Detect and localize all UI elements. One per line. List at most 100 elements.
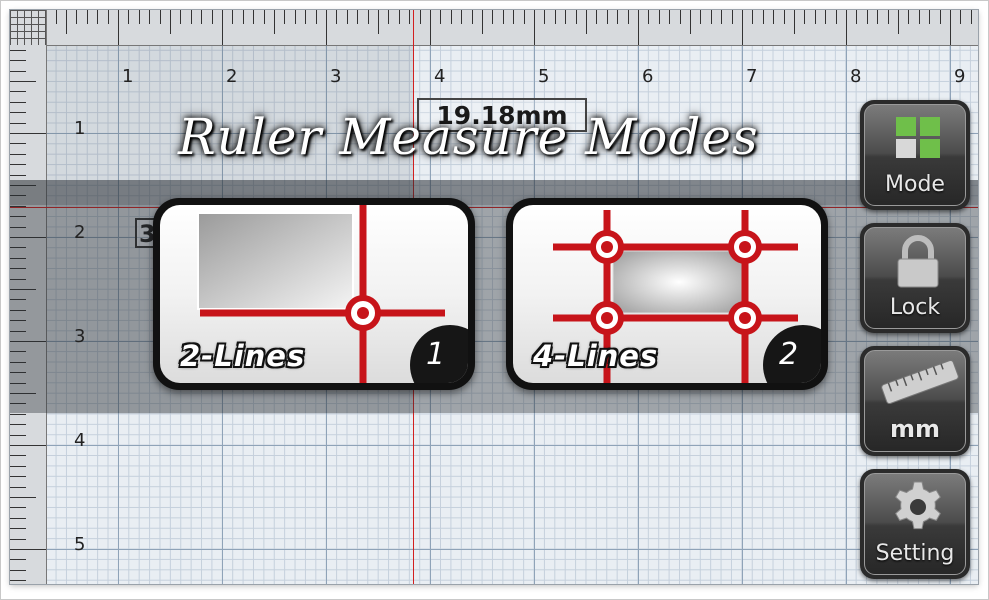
ruler-tick — [10, 580, 26, 582]
ruler-tick — [690, 10, 691, 34]
ruler-tick — [731, 10, 733, 24]
mode-label: 2-Lines — [180, 339, 306, 373]
ruler-tick — [10, 133, 46, 134]
ruler-label-vertical: 3 — [74, 326, 86, 347]
mode-2-lines-button[interactable]: 1 2-Lines — [153, 198, 475, 390]
ruler-label-horizontal: 5 — [538, 66, 550, 87]
mode-4-lines-button[interactable]: 2 4-Lines — [506, 198, 828, 390]
ruler-label-horizontal: 4 — [434, 66, 446, 87]
ruler-tick — [232, 10, 234, 24]
ruler-label-vertical: 5 — [74, 534, 86, 555]
setting-button[interactable]: Setting — [860, 469, 970, 579]
mode-label: 4-Lines — [533, 339, 659, 373]
ruler-tick — [170, 10, 171, 34]
mode-button-label: Mode — [885, 172, 945, 197]
ruler-tick — [10, 445, 46, 446]
ruler-tick — [804, 10, 806, 24]
ruler-tick — [378, 10, 379, 34]
ruler-tick — [357, 10, 359, 24]
ruler-tick — [606, 10, 608, 24]
ruler-tick — [658, 10, 660, 24]
ruler-label-horizontal: 8 — [850, 66, 862, 87]
ruler-tick — [679, 10, 681, 24]
ruler-tick — [877, 10, 879, 24]
ruler-tick — [10, 70, 26, 72]
ruler-tick — [492, 10, 494, 24]
ruler-tick — [846, 10, 847, 45]
ruler-tick — [284, 10, 286, 24]
lock-button-label: Lock — [889, 295, 941, 320]
ruler-label-horizontal: 1 — [122, 66, 134, 87]
ruler-tick — [970, 10, 972, 24]
ruler-tick — [482, 10, 483, 34]
ruler-tick — [10, 455, 26, 457]
ruler-tick — [97, 10, 99, 24]
ruler-tick — [762, 10, 764, 24]
ruler-tick — [367, 10, 369, 24]
ruler-tick — [700, 10, 702, 24]
ruler-tick — [575, 10, 577, 24]
unit-button[interactable]: mm — [860, 346, 970, 456]
ruler-tick — [856, 10, 858, 24]
ruler-tick — [10, 465, 26, 467]
overlay-title: Ruler Measure Modes — [178, 108, 759, 166]
ruler-tick — [825, 10, 827, 24]
ruler-label-vertical: 1 — [74, 118, 86, 139]
ruler-tick — [461, 10, 463, 24]
ruler-tick — [10, 497, 36, 498]
ruler-tick — [346, 10, 348, 24]
ruler-tick — [440, 10, 442, 24]
ruler-tick — [627, 10, 629, 24]
ruler-tick — [794, 10, 795, 34]
ruler-tick — [586, 10, 587, 34]
ruler-corner-grid-icon — [10, 10, 46, 45]
ruler-tick — [534, 10, 535, 45]
ruler-tick — [336, 10, 338, 24]
ruler-tick — [898, 10, 899, 34]
ruler-tick — [887, 10, 889, 24]
ruler-tick — [10, 101, 26, 103]
ruler-tick — [752, 10, 754, 24]
ruler-tick — [10, 538, 26, 540]
ruler-tick — [409, 10, 411, 24]
ruler-tick — [10, 112, 26, 114]
ruler-tick — [253, 10, 255, 24]
ruler-tick — [10, 434, 26, 436]
ruler-tick — [565, 10, 567, 24]
ruler-tick — [929, 10, 931, 24]
ruler-tick — [10, 49, 26, 51]
gear-icon — [895, 481, 941, 530]
ruler-tick — [149, 10, 151, 24]
ruler-tick — [669, 10, 671, 24]
ruler-label-vertical: 2 — [74, 222, 86, 243]
ruler-tick — [190, 10, 192, 24]
ruler-tick — [918, 10, 920, 24]
ruler-tick — [315, 10, 317, 24]
ruler-tick — [128, 10, 130, 24]
ruler-tick — [814, 10, 816, 24]
ruler-tick — [10, 528, 26, 530]
ruler-tick — [513, 10, 515, 24]
ruler-tick — [10, 60, 26, 62]
ruler-tick — [10, 413, 26, 415]
grid-icon — [896, 117, 940, 158]
ruler-tick — [471, 10, 473, 24]
ruler-tick — [502, 10, 504, 24]
ruler-tick — [180, 10, 182, 24]
lock-icon — [897, 235, 939, 288]
ruler-tick — [554, 10, 556, 24]
ruler-label-horizontal: 7 — [746, 66, 758, 87]
ruler-tick — [721, 10, 723, 24]
ruler-screen[interactable]: 19.18mm 3 Ruler Measure Modes 1 2-Lines — [10, 10, 978, 584]
ruler-tick — [617, 10, 619, 24]
ruler-tick — [138, 10, 140, 24]
mode-number: 1 — [426, 337, 446, 372]
ruler-tick — [10, 559, 26, 561]
ruler-tick — [118, 10, 119, 45]
ruler-tick — [523, 10, 525, 24]
ruler-tick — [10, 81, 36, 82]
mode-button[interactable]: Mode — [860, 100, 970, 210]
lock-button[interactable]: Lock — [860, 223, 970, 333]
ruler-label-horizontal: 2 — [226, 66, 238, 87]
ruler-tick — [222, 10, 223, 45]
